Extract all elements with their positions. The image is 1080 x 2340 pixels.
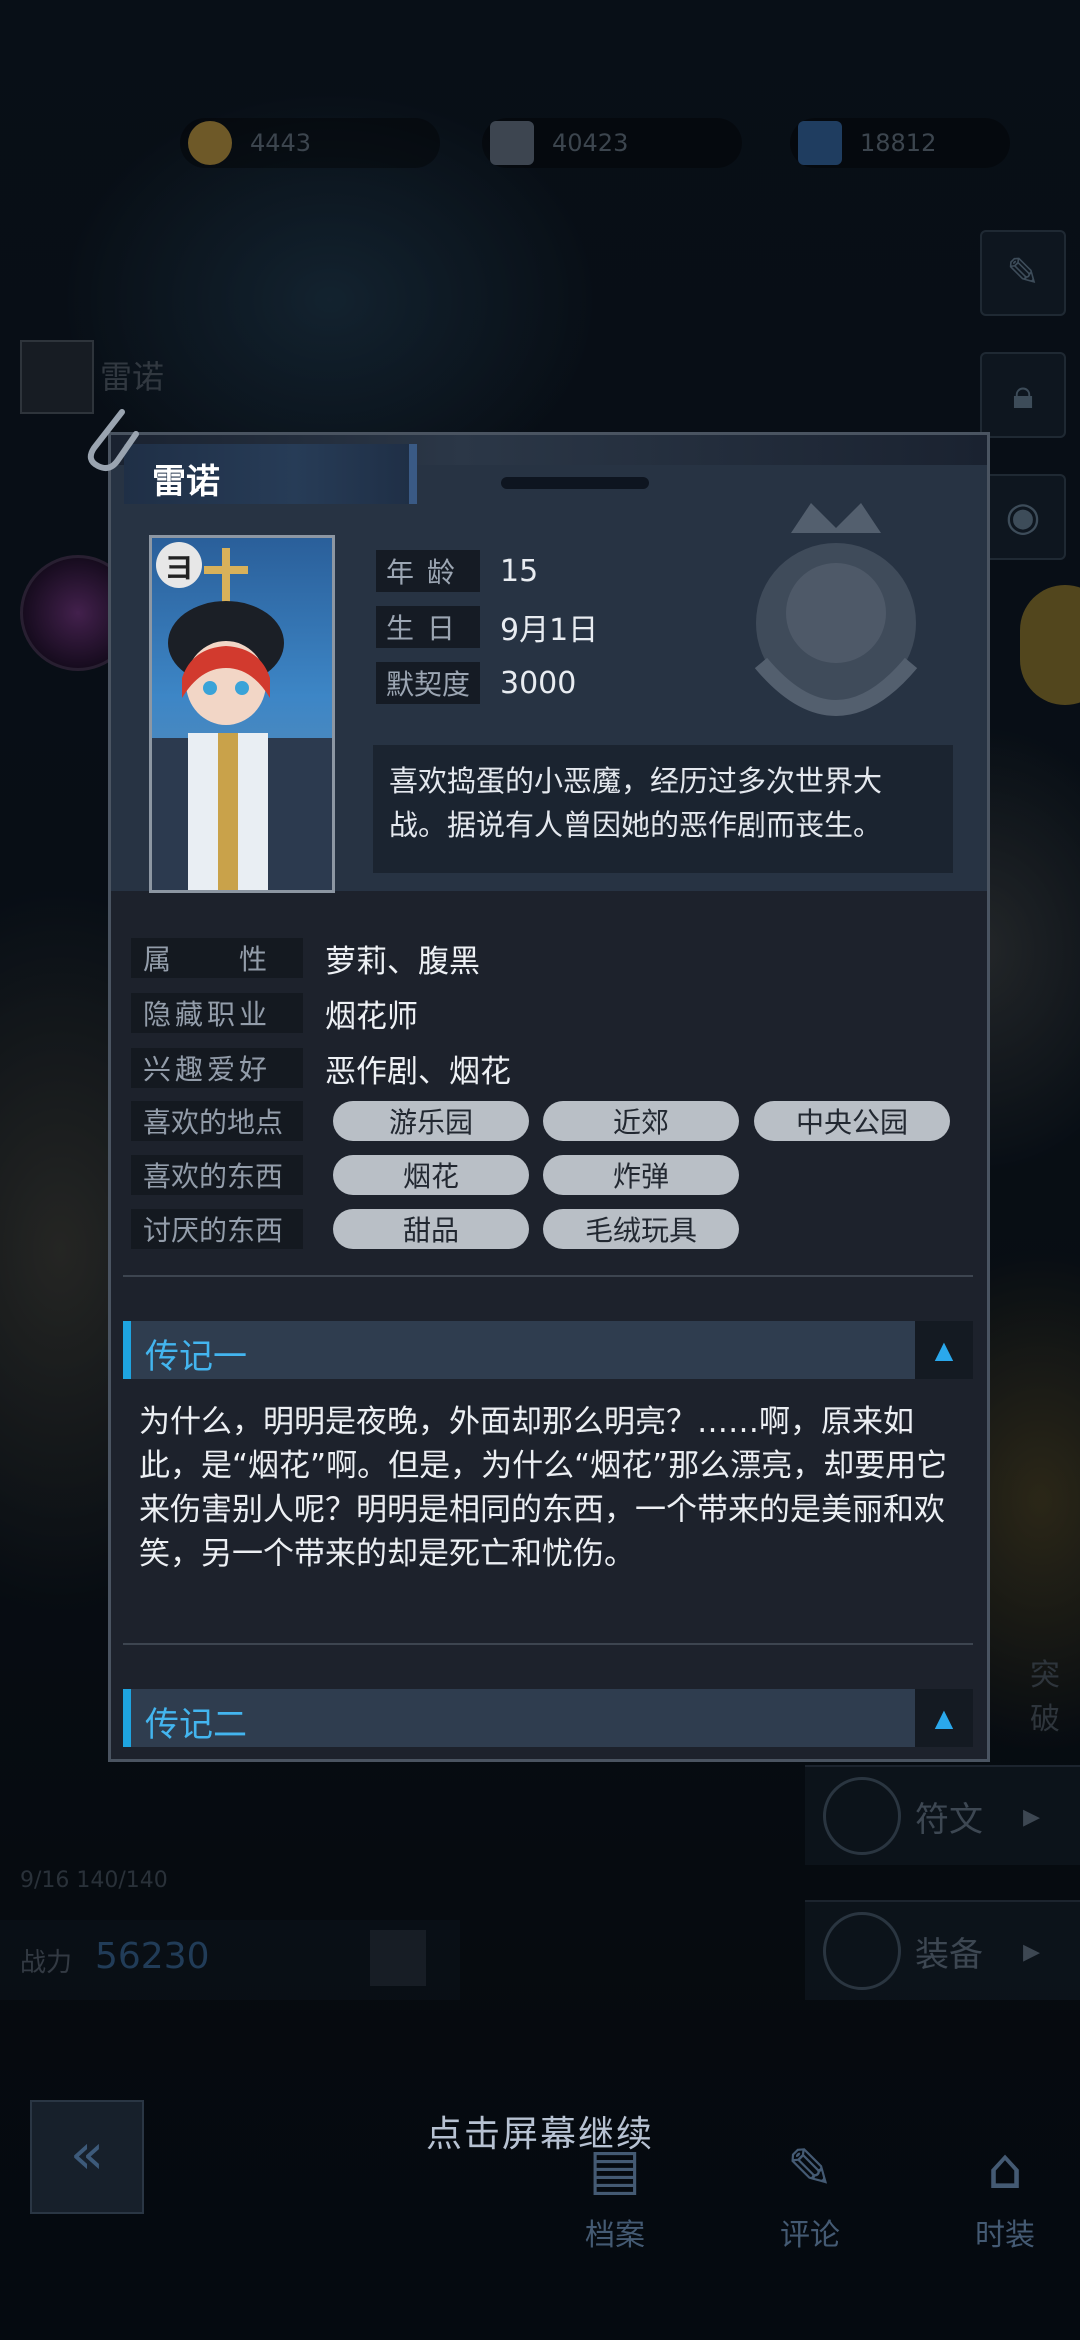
- drag-handle[interactable]: [501, 477, 649, 489]
- collapse-arrow-icon[interactable]: ▲: [915, 1321, 973, 1379]
- faction-badge-icon: ヨ: [156, 542, 202, 588]
- trait-attribute: 属 性 萝莉、腹黑: [131, 937, 480, 980]
- paperclip-icon: [87, 409, 139, 471]
- liked-places-row: 喜欢的地点: [131, 1100, 303, 1142]
- profile-panel: ヨ 年 龄 15 生 日 9月1日 默契度 3000 喜欢捣蛋的小恶魔，经历过多…: [108, 432, 990, 1762]
- tag-disliked-thing: 毛绒玩具: [543, 1209, 739, 1249]
- trait-hobby: 兴趣爱好 恶作剧、烟花: [131, 1047, 511, 1090]
- character-art: [152, 548, 332, 890]
- character-name-banner: 雷诺: [124, 444, 417, 504]
- bio-section-2-header[interactable]: 传记二 ▲: [123, 1689, 973, 1747]
- liked-things-row: 喜欢的东西: [131, 1154, 303, 1196]
- bio-section-1-header[interactable]: 传记一 ▲: [123, 1321, 973, 1379]
- trait-hidden-job: 隐藏职业 烟花师: [131, 992, 418, 1035]
- tag-liked-thing: 烟花: [333, 1155, 529, 1195]
- divider: [123, 1643, 973, 1645]
- character-description: 喜欢捣蛋的小恶魔，经历过多次世界大战。据说有人曾因她的恶作剧而丧生。: [373, 745, 953, 873]
- character-portrait: ヨ: [149, 535, 335, 893]
- lion-crest-icon: [754, 503, 918, 716]
- tap-to-continue[interactable]: 点击屏幕继续: [0, 2105, 1080, 2157]
- stat-age: 年 龄 15: [376, 549, 538, 593]
- tag-liked-place: 近郊: [543, 1101, 739, 1141]
- divider: [123, 1275, 973, 1277]
- tag-liked-thing: 炸弹: [543, 1155, 739, 1195]
- stat-birthday: 生 日 9月1日: [376, 605, 598, 649]
- tag-liked-place: 中央公园: [754, 1101, 950, 1141]
- collapse-arrow-icon[interactable]: ▲: [915, 1689, 973, 1747]
- disliked-things-row: 讨厌的东西: [131, 1208, 303, 1250]
- bio-section-1-text: 为什么，明明是夜晚，外面却那么明亮？……啊，原来如此，是“烟花”啊。但是，为什么…: [139, 1404, 948, 1572]
- tag-disliked-thing: 甜品: [333, 1209, 529, 1249]
- tag-liked-place: 游乐园: [333, 1101, 529, 1141]
- stat-affinity: 默契度 3000: [376, 661, 576, 705]
